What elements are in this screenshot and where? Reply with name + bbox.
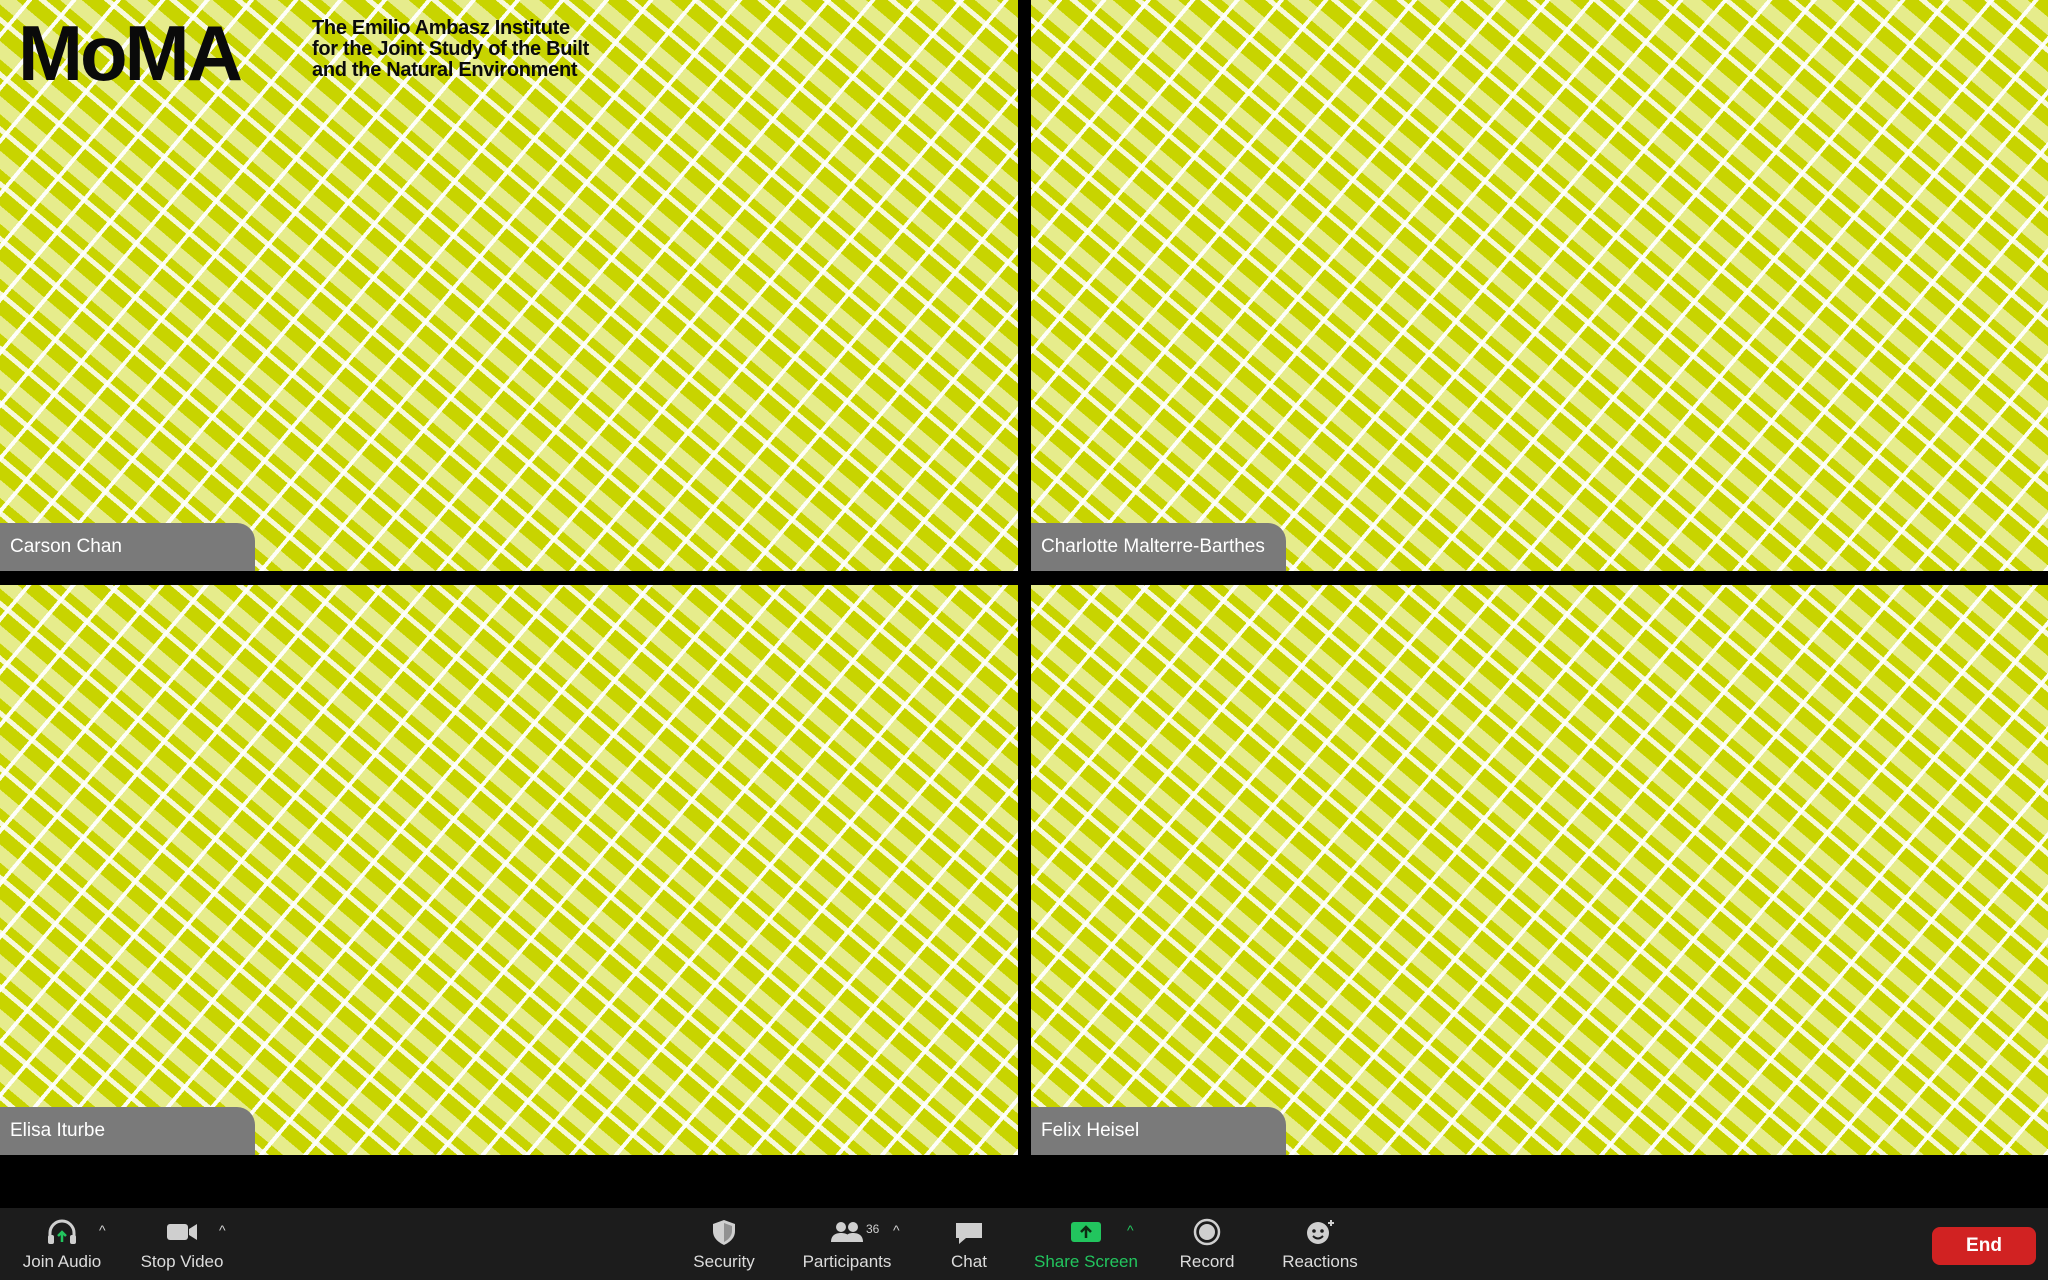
participants-icon bbox=[831, 1222, 863, 1242]
record-icon bbox=[1193, 1218, 1221, 1246]
join-audio-button[interactable]: Join Audio bbox=[18, 1208, 106, 1280]
chat-bubble-icon bbox=[956, 1223, 982, 1244]
participants-label: Participants bbox=[802, 1252, 892, 1271]
video-options-caret-icon[interactable]: ^ bbox=[219, 1222, 226, 1238]
video-tile-felix-heisel[interactable]: Felix Heisel bbox=[1031, 585, 2048, 1155]
share-options-caret-icon[interactable]: ^ bbox=[1127, 1222, 1134, 1238]
participants-options-caret-icon[interactable]: ^ bbox=[893, 1222, 900, 1238]
audio-options-caret-icon[interactable]: ^ bbox=[99, 1222, 106, 1238]
security-button[interactable]: Security bbox=[686, 1208, 762, 1280]
meeting-toolbar: Join Audio ^ Stop Video ^ Security Parti… bbox=[0, 1208, 2048, 1280]
participant-name-tag: Carson Chan bbox=[0, 523, 255, 571]
share-screen-label: Share Screen bbox=[1034, 1252, 1138, 1271]
shield-icon bbox=[713, 1220, 735, 1245]
record-button[interactable]: Record bbox=[1172, 1208, 1242, 1280]
participant-name-tag: Felix Heisel bbox=[1031, 1107, 1286, 1155]
share-screen-button[interactable]: Share Screen bbox=[1032, 1208, 1140, 1280]
participants-count-badge: 36 bbox=[866, 1222, 880, 1236]
security-label: Security bbox=[693, 1252, 755, 1271]
share-screen-icon bbox=[1071, 1222, 1101, 1242]
chat-button[interactable]: Chat bbox=[940, 1208, 998, 1280]
reactions-button[interactable]: Reactions bbox=[1276, 1208, 1364, 1280]
participant-name-tag: Elisa Iturbe bbox=[0, 1107, 255, 1155]
video-camera-icon bbox=[167, 1224, 197, 1240]
record-label: Record bbox=[1179, 1252, 1235, 1271]
join-audio-label: Join Audio bbox=[22, 1252, 102, 1271]
institute-title: The Emilio Ambasz Institute for the Join… bbox=[312, 17, 590, 81]
stop-video-label: Stop Video bbox=[140, 1252, 224, 1271]
participant-name-tag: Charlotte Malterre-Barthes bbox=[1031, 523, 1286, 571]
reactions-label: Reactions bbox=[1282, 1252, 1358, 1271]
end-meeting-button[interactable]: End bbox=[1932, 1227, 2036, 1265]
participants-button[interactable]: Participants bbox=[798, 1208, 896, 1280]
video-tile-carson-chan[interactable]: MoMA The Emilio Ambasz Institute for the… bbox=[0, 0, 1018, 571]
video-tile-charlotte-malterre-barthes[interactable]: Charlotte Malterre-Barthes bbox=[1031, 0, 2048, 571]
moma-logo: MoMA bbox=[18, 9, 243, 97]
stop-video-button[interactable]: Stop Video bbox=[136, 1208, 228, 1280]
reaction-emoji-icon bbox=[1307, 1220, 1334, 1244]
chat-label: Chat bbox=[951, 1252, 987, 1271]
video-tile-elisa-iturbe[interactable]: Elisa Iturbe bbox=[0, 585, 1018, 1155]
headphones-icon bbox=[48, 1219, 76, 1244]
